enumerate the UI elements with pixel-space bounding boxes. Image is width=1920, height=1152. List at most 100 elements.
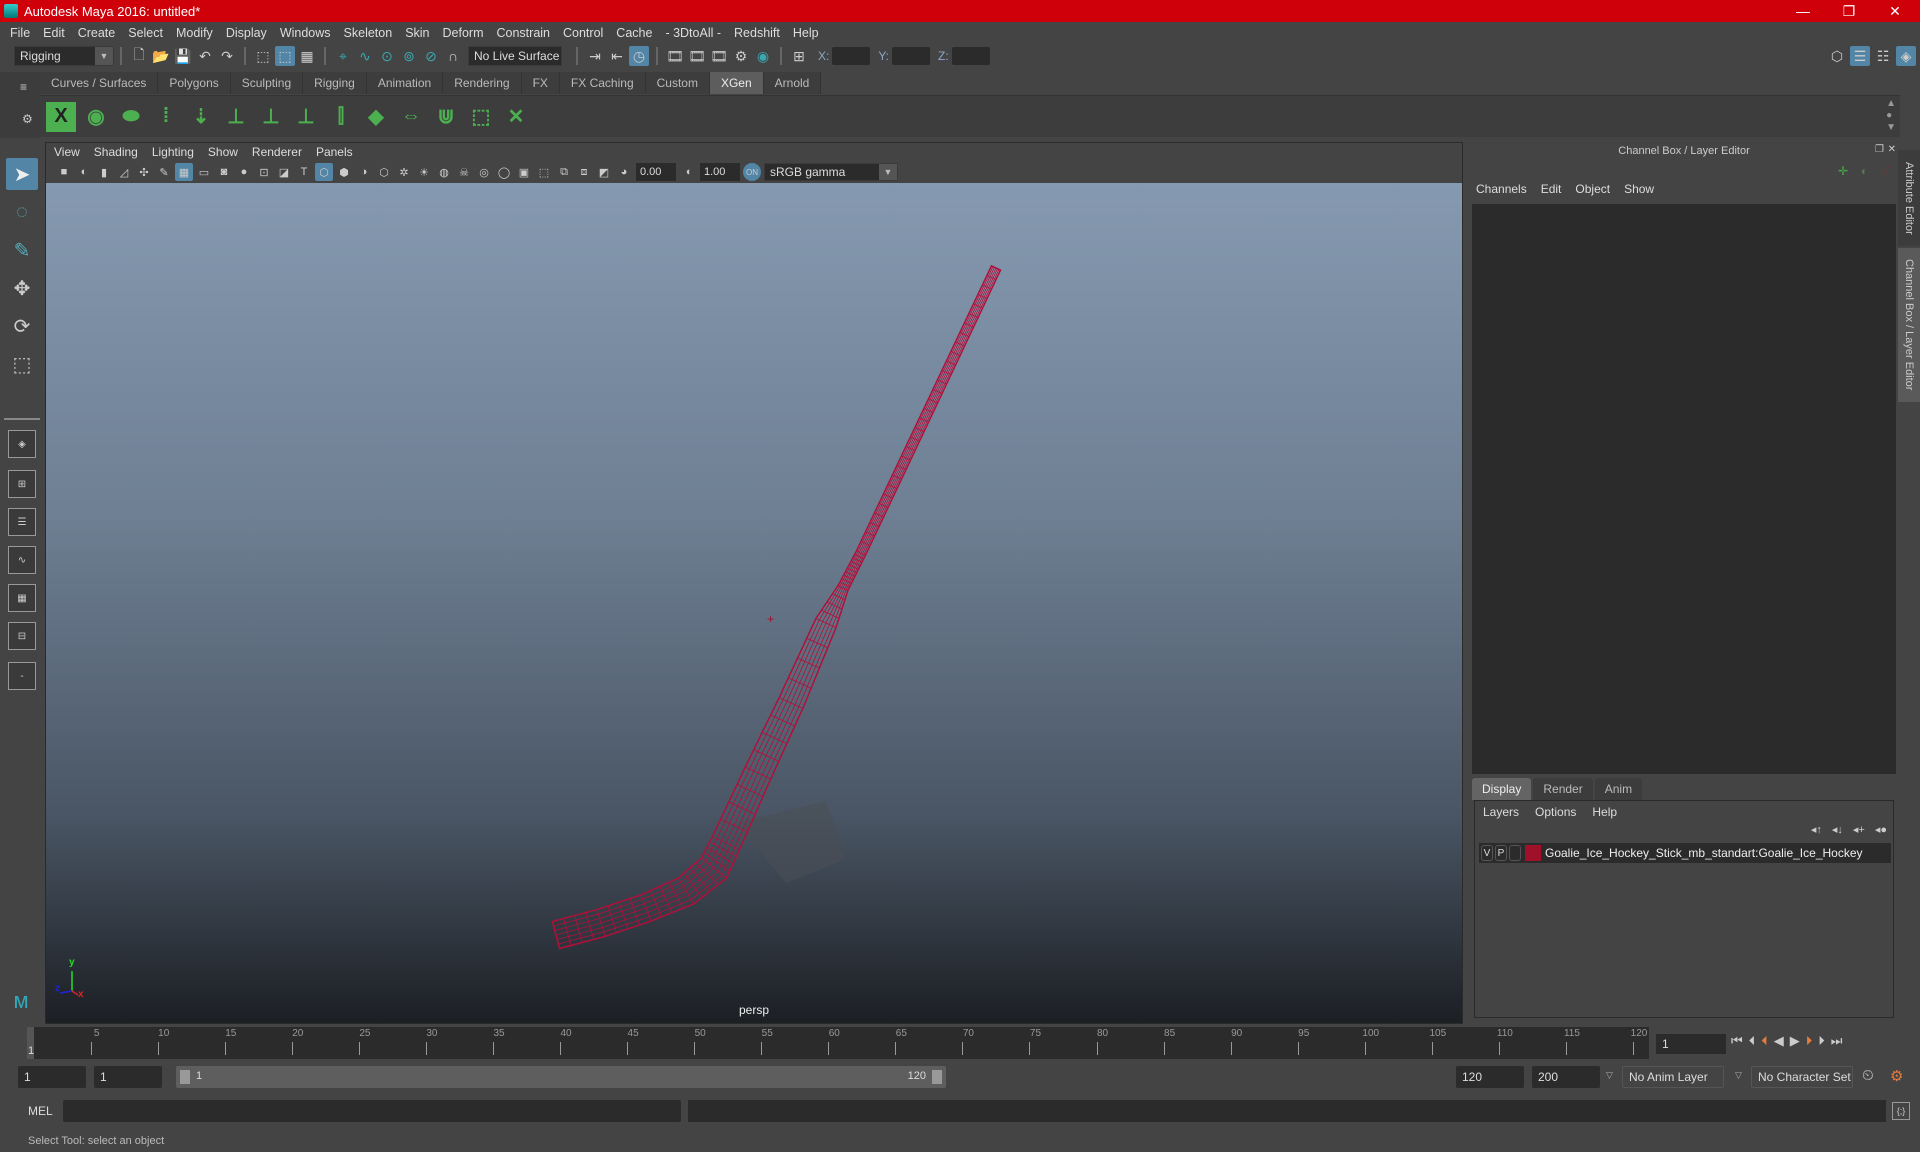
xgen-visibility-icon[interactable]: ◉ — [81, 102, 111, 132]
range-end-handle[interactable] — [932, 1070, 942, 1084]
menu-skeleton[interactable]: Skeleton — [344, 26, 393, 40]
bookmark-icon[interactable]: ▮ — [95, 163, 113, 181]
xgen-description-icon[interactable]: X — [46, 101, 76, 132]
xray-icon[interactable]: ⧉ — [555, 163, 573, 181]
vp-menu-renderer[interactable]: Renderer — [252, 145, 302, 159]
snap-surface-icon[interactable]: ⊘ — [421, 46, 441, 66]
playback-start-field[interactable]: 1 — [94, 1066, 162, 1088]
hypershade-persp-layout-icon[interactable]: ▦ — [8, 584, 36, 612]
color-space-dropdown[interactable]: sRGB gamma ▼ — [764, 163, 898, 181]
vp-menu-show[interactable]: Show — [208, 145, 238, 159]
layer-display-type-toggle[interactable] — [1509, 845, 1521, 861]
current-frame-field[interactable]: 1 — [1656, 1034, 1726, 1054]
gamma-field[interactable]: 1.00 — [700, 163, 740, 181]
move-layer-down-icon[interactable]: ◂↓ — [1832, 823, 1843, 836]
tab-display[interactable]: Display — [1472, 778, 1532, 800]
menu-deform[interactable]: Deform — [443, 26, 484, 40]
exposure-field[interactable]: 0.00 — [636, 163, 676, 181]
redo-icon[interactable]: ↷ — [217, 46, 237, 66]
safe-action-icon[interactable]: ◪ — [275, 163, 293, 181]
menu-select[interactable]: Select — [128, 26, 163, 40]
shelf-scroll-icon[interactable]: ▲ ● ▼ — [1886, 98, 1896, 134]
construction-history-icon[interactable]: ◷ — [629, 46, 649, 66]
animation-preferences-icon[interactable]: ⚙ — [1890, 1067, 1903, 1085]
shelf-tab-animation[interactable]: Animation — [366, 72, 444, 94]
3d-viewport[interactable]: + y z x persp — [46, 183, 1462, 1023]
shelf-tab-arnold[interactable]: Arnold — [763, 72, 822, 94]
new-layer-selected-icon[interactable]: ◂● — [1875, 823, 1887, 836]
end-time-field[interactable]: 200 — [1532, 1066, 1600, 1088]
isolate-select-icon[interactable]: ⬚ — [535, 163, 553, 181]
shelf-settings-icon[interactable]: ⚙ — [22, 112, 33, 126]
output-ops-icon[interactable]: ⇤ — [607, 46, 627, 66]
xgen-add-guides-icon[interactable]: ⁞ — [151, 102, 181, 132]
range-slider[interactable]: 1 120 — [176, 1066, 946, 1088]
go-to-start-icon[interactable]: ⏮ — [1731, 1033, 1743, 1049]
minimize-button[interactable]: — — [1780, 0, 1826, 22]
cb-menu-edit[interactable]: Edit — [1541, 182, 1562, 196]
tab-anim[interactable]: Anim — [1594, 778, 1643, 800]
side-tab-channel-box[interactable]: Channel Box / Layer Editor — [1898, 248, 1920, 402]
shelf-menu-icon[interactable]: ≡ — [20, 80, 27, 94]
xgen-patch-icon[interactable]: ◆ — [361, 102, 391, 132]
move-layer-up-icon[interactable]: ◂↑ — [1811, 823, 1822, 836]
menu-file[interactable]: File — [10, 26, 30, 40]
snap-point-icon[interactable]: ⊙ — [377, 46, 397, 66]
y-field[interactable] — [892, 47, 931, 65]
menu-display[interactable]: Display — [226, 26, 267, 40]
shelf-tab-rendering[interactable]: Rendering — [443, 72, 522, 94]
lasso-tool-icon[interactable]: ◌ — [6, 196, 38, 228]
paint-select-tool-icon[interactable]: ✎ — [6, 234, 38, 266]
layer-color-swatch[interactable] — [1525, 845, 1541, 861]
start-time-field[interactable]: 1 — [18, 1066, 86, 1088]
render-frame-icon[interactable]: 🎞 — [687, 46, 707, 66]
textured-icon[interactable]: ✲ — [395, 163, 413, 181]
attribute-editor-toggle-icon[interactable]: ☰ — [1850, 46, 1870, 66]
vp-menu-shading[interactable]: Shading — [94, 145, 138, 159]
layer-menu-options[interactable]: Options — [1535, 805, 1576, 819]
default-material-icon[interactable]: ◑ — [355, 163, 373, 181]
image-plane-icon[interactable]: ◿ — [115, 163, 133, 181]
persp-graph-layout-icon[interactable]: ∿ — [8, 546, 36, 574]
xgen-hide-icon[interactable]: ⬬ — [116, 102, 146, 132]
menu-constrain[interactable]: Constrain — [497, 26, 551, 40]
menu-help[interactable]: Help — [793, 26, 819, 40]
color-management-icon[interactable]: ON — [743, 163, 761, 181]
camera-icon[interactable]: ■ — [55, 163, 73, 181]
layer-visibility-toggle[interactable]: V — [1481, 845, 1493, 861]
snap-grid-icon[interactable]: ⌖ — [333, 46, 353, 66]
layout-more-icon[interactable]: - — [8, 662, 36, 690]
shelf-tab-custom[interactable]: Custom — [645, 72, 710, 94]
live-surface-field[interactable]: No Live Surface — [468, 46, 562, 66]
xgen-add-guide-icon[interactable]: ⊥ — [221, 102, 251, 132]
new-layer-icon[interactable]: ◂+ — [1853, 823, 1865, 836]
four-view-layout-icon[interactable]: ⊞ — [8, 470, 36, 498]
xgen-split-guide-icon[interactable]: ⫿ — [326, 102, 356, 132]
time-slider[interactable]: 1 5 10 15 20 25 30 35 40 45 50 55 60 65 70 75 80 85 90 95 1… — [27, 1027, 1649, 1059]
wireframe-icon[interactable]: ⬡ — [315, 163, 333, 181]
open-scene-icon[interactable]: 📂 — [151, 46, 171, 66]
menuset-dropdown[interactable]: Rigging ▼ — [14, 46, 114, 66]
shelf-tab-xgen[interactable]: XGen — [709, 72, 764, 94]
smooth-shade-icon[interactable]: ⬢ — [335, 163, 353, 181]
depth-of-field-icon[interactable]: ▣ — [515, 163, 533, 181]
camera-attributes-icon[interactable]: ◐ — [75, 163, 93, 181]
xray-components-icon[interactable]: ◩ — [595, 163, 613, 181]
shelf-tab-curves-surfaces[interactable]: Curves / Surfaces — [40, 72, 159, 94]
layer-row[interactable]: V P Goalie_Ice_Hockey_Stick_mb_standart:… — [1479, 843, 1891, 863]
shelf-tab-rigging[interactable]: Rigging — [303, 72, 367, 94]
manipulator-icon[interactable]: ✛ — [1838, 164, 1848, 178]
grease-pencil-icon[interactable]: ✎ — [155, 163, 173, 181]
gate-mask-icon[interactable]: ● — [235, 163, 253, 181]
undo-icon[interactable]: ↶ — [195, 46, 215, 66]
step-forward-frame-icon[interactable]: ⏵ — [1818, 1033, 1825, 1049]
channel-list[interactable] — [1472, 204, 1896, 774]
save-scene-icon[interactable]: 💾 — [173, 46, 193, 66]
shelf-tab-sculpting[interactable]: Sculpting — [230, 72, 304, 94]
use-all-lights-icon[interactable]: ☀ — [415, 163, 433, 181]
cb-menu-channels[interactable]: Channels — [1476, 182, 1527, 196]
x-field[interactable] — [832, 47, 871, 65]
scale-tool-icon[interactable]: ⬚ — [6, 348, 38, 380]
vp-menu-view[interactable]: View — [54, 145, 80, 159]
channel-box-toggle-icon[interactable]: ◈ — [1896, 46, 1916, 66]
